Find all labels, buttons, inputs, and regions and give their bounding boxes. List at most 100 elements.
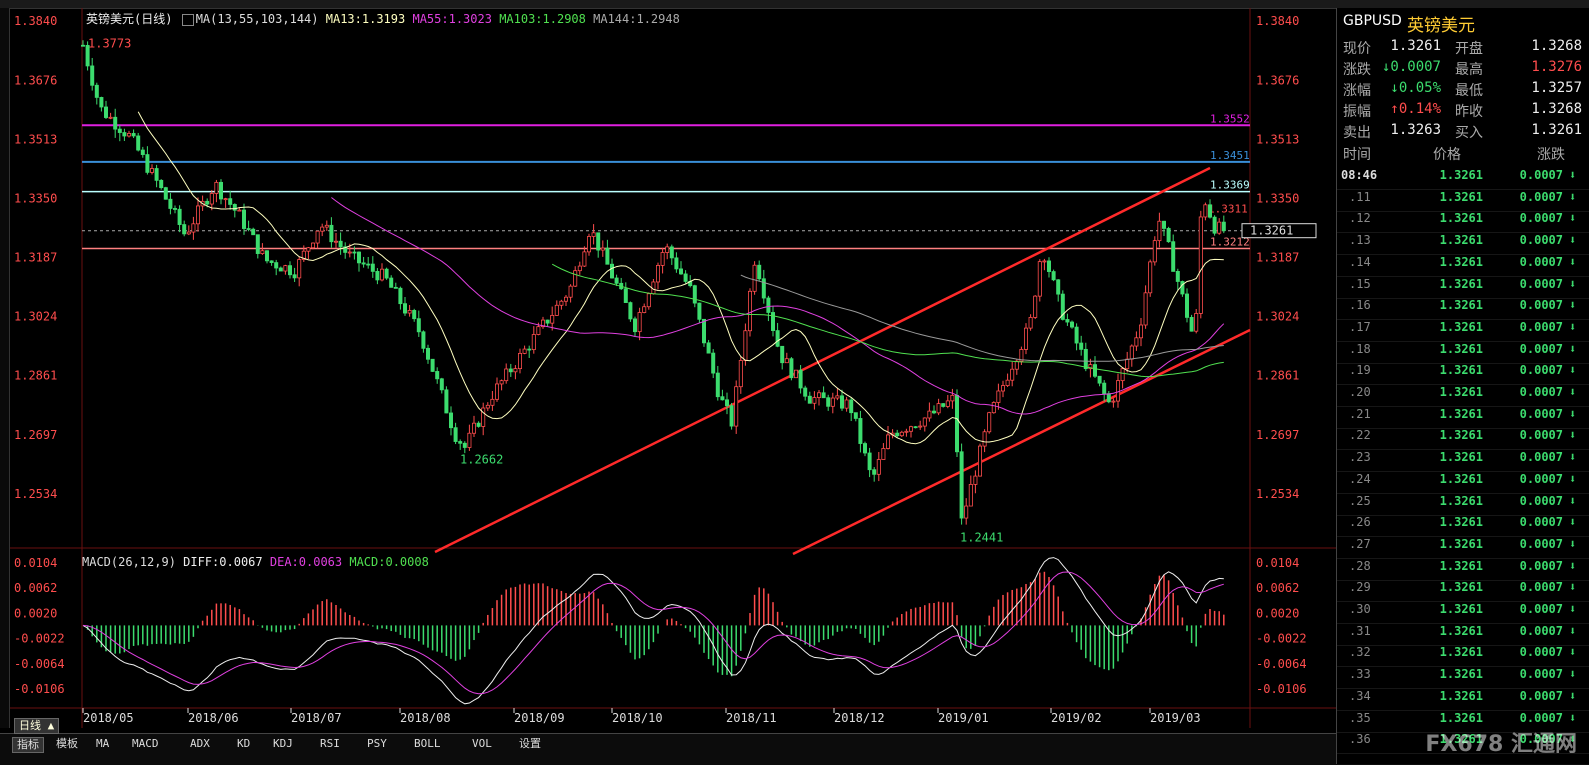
- quote-row: 卖出 1.3263 买入 1.3261: [1337, 122, 1589, 143]
- tick-row: .23 1.3261 0.0007 ⬇: [1337, 450, 1589, 473]
- period-selector[interactable]: 日线 ▲: [14, 718, 60, 734]
- tick-time: .30: [1349, 602, 1371, 616]
- candle-body: [494, 383, 499, 400]
- candle-body: [531, 334, 536, 351]
- tick-time: .35: [1349, 710, 1371, 725]
- down-arrow-icon: ⬇: [1569, 168, 1577, 182]
- indicator-tab[interactable]: VOL: [468, 737, 496, 751]
- ma55-value: MA55:1.3023: [412, 12, 492, 26]
- tick-row: .27 1.3261 0.0007 ⬇: [1337, 537, 1589, 559]
- tick-change: 0.0007: [1519, 623, 1563, 638]
- tick-price: 1.3261: [1439, 341, 1483, 356]
- tick-time: .33: [1349, 667, 1371, 682]
- candle-body: [476, 422, 481, 427]
- candle-body: [1171, 241, 1176, 272]
- indicator-tab[interactable]: RSI: [316, 737, 344, 751]
- candle-body: [1120, 368, 1125, 382]
- tick-change: 0.0007: [1519, 536, 1563, 551]
- candle-body: [633, 318, 638, 333]
- tick-change: 0.0007: [1519, 233, 1563, 248]
- indicator-tab[interactable]: 设置: [515, 737, 545, 751]
- tick-price: 1.3261: [1439, 602, 1483, 616]
- candle-body: [448, 412, 453, 429]
- tick-change: 0.0007: [1519, 319, 1563, 334]
- candle-body: [996, 390, 1001, 403]
- quote-value: ↓0.05%: [1390, 80, 1441, 96]
- indicator-tab[interactable]: 指标: [12, 737, 44, 753]
- macd-tick-label: -0.0064: [14, 657, 65, 671]
- tick-time: .13: [1349, 233, 1371, 248]
- indicator-tab[interactable]: MACD: [128, 737, 163, 751]
- ma-settings-icon[interactable]: [181, 13, 194, 26]
- candle-body: [508, 368, 513, 373]
- price-tick-label: 1.3187: [1256, 251, 1299, 265]
- candle-body: [287, 265, 292, 276]
- candle-body: [853, 412, 858, 419]
- candle-body: [973, 475, 978, 485]
- candle-body: [991, 402, 996, 414]
- candle-body: [959, 451, 964, 519]
- down-arrow-icon: ⬇: [1569, 406, 1577, 421]
- candlestick-chart[interactable]: 1.3840 1.3840 1.3676 1.3676 1.3513 1.3513 1.33…: [10, 8, 1336, 728]
- candle-body: [1208, 204, 1213, 218]
- indicator-tab[interactable]: BOLL: [410, 737, 445, 751]
- tick-time: .12: [1349, 211, 1371, 226]
- candle-body: [780, 345, 785, 364]
- date-tick-label: 2019/03: [1150, 711, 1201, 725]
- symbol-code: GBPUSD: [1343, 13, 1402, 29]
- tick-price: 1.3261: [1439, 319, 1483, 334]
- macd-tick-label: 0.0104: [1256, 556, 1299, 570]
- candle-body: [1139, 324, 1144, 339]
- candle-body: [978, 445, 983, 477]
- candle-body: [490, 398, 495, 406]
- candle-body: [1185, 293, 1190, 318]
- indicator-tab[interactable]: MA: [92, 737, 113, 751]
- tick-time: .28: [1349, 558, 1371, 573]
- macd-tick-label: 0.0020: [14, 606, 57, 620]
- candle-body: [909, 426, 914, 432]
- ma-label[interactable]: MA(13,55,103,144): [196, 12, 319, 26]
- candle-body: [320, 226, 325, 232]
- candle-body: [821, 392, 826, 399]
- candle-body: [435, 371, 440, 380]
- indicator-tab[interactable]: KD: [233, 737, 254, 751]
- candle-body: [117, 128, 122, 133]
- macd-label[interactable]: MACD(26,12,9): [82, 555, 176, 569]
- indicator-tab[interactable]: 模板: [52, 737, 82, 751]
- tick-time: .36: [1349, 732, 1371, 747]
- candle-body: [1198, 216, 1203, 314]
- candle-body: [1024, 327, 1029, 350]
- down-arrow-icon: ⬇: [1569, 189, 1577, 204]
- left-side-tabs[interactable]: [0, 8, 10, 728]
- quote-label: 最低: [1455, 83, 1483, 99]
- price-tick-label: 1.2534: [14, 487, 57, 501]
- tick-row: .22 1.3261 0.0007 ⬇: [1337, 428, 1589, 451]
- price-tick-label: 1.3187: [14, 251, 57, 265]
- candle-body: [1065, 319, 1070, 323]
- candle-body: [113, 116, 118, 130]
- candle-body: [467, 432, 472, 448]
- candle-body: [241, 209, 246, 229]
- date-tick-label: 2018/08: [400, 711, 451, 725]
- indicator-tab[interactable]: ADX: [186, 737, 214, 751]
- price-tick-label: 1.3024: [14, 310, 57, 324]
- candle-body: [412, 310, 417, 320]
- candle-body: [1001, 385, 1006, 392]
- candle-body: [656, 265, 661, 283]
- candle-body: [218, 181, 223, 200]
- candle-body: [527, 348, 532, 351]
- candle-body: [1106, 393, 1111, 403]
- candle-body: [1010, 368, 1015, 381]
- candle-body: [748, 290, 753, 332]
- candle-body: [370, 263, 375, 272]
- candle-body: [665, 246, 670, 253]
- candle-body: [462, 442, 467, 448]
- indicator-tab[interactable]: PSY: [363, 737, 391, 751]
- candle-body: [545, 319, 550, 324]
- indicator-tab[interactable]: KDJ: [269, 737, 297, 751]
- candle-body: [104, 106, 109, 118]
- candle-body: [582, 251, 587, 267]
- candle-body: [145, 154, 150, 173]
- candle-body: [628, 302, 633, 320]
- tick-time: .22: [1349, 428, 1371, 443]
